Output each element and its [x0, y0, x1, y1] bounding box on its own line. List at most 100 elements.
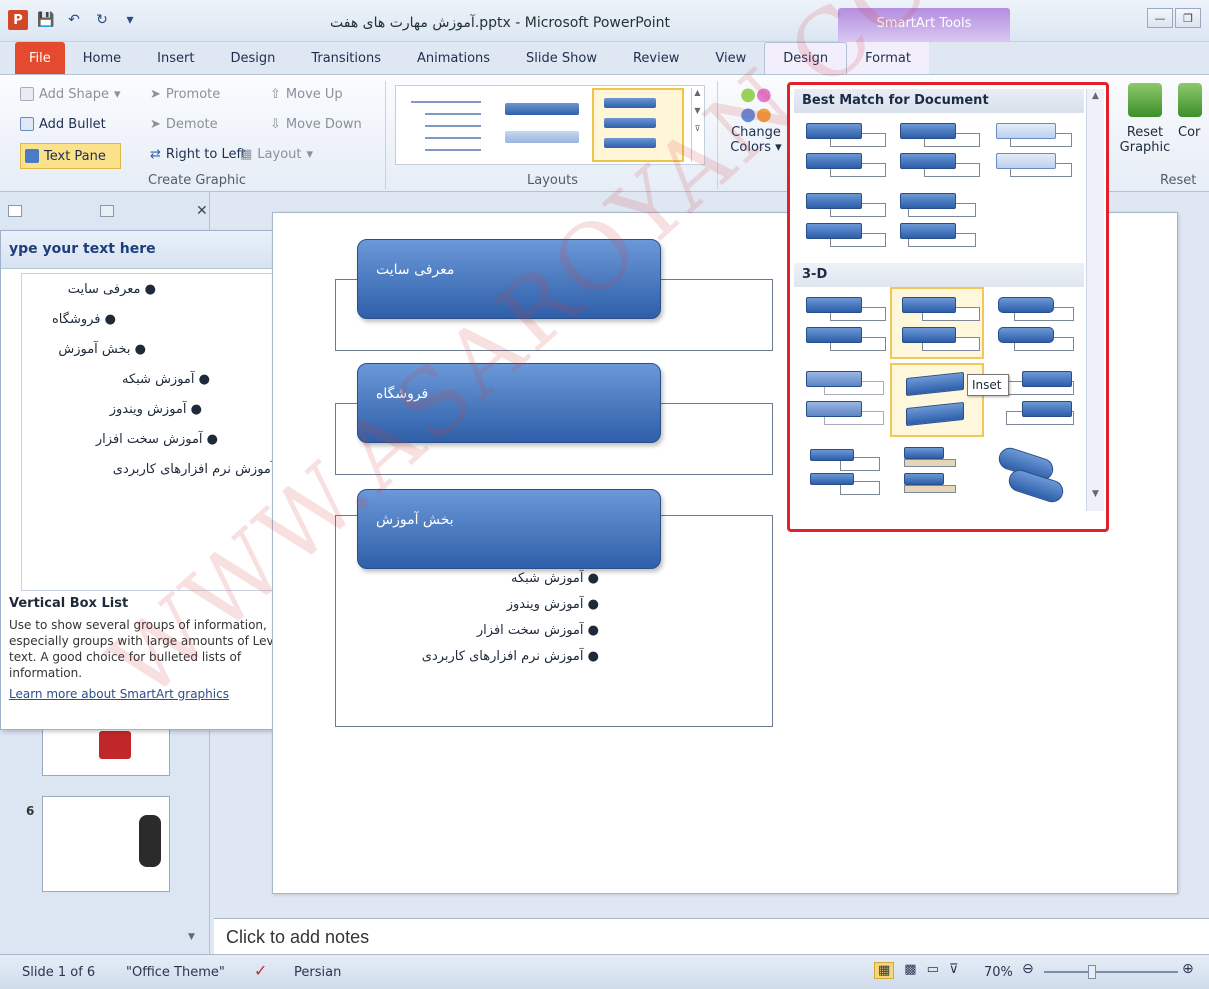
- zoom-slider-thumb[interactable]: [1088, 965, 1096, 979]
- promote-button[interactable]: ➤ Promote: [150, 83, 246, 105]
- minimize-button[interactable]: —: [1147, 8, 1173, 28]
- tab-transitions[interactable]: Transitions: [293, 42, 399, 74]
- gallery-item[interactable]: [992, 289, 1080, 359]
- change-colors-button[interactable]: ●● ●● Change Colors ▾: [728, 85, 784, 156]
- customize-icon[interactable]: ▾: [120, 10, 140, 30]
- slide-bullet-list[interactable]: ● آموزش شبکه ● آموزش ویندوز ● آموزش سخت …: [369, 571, 599, 675]
- tab-insert[interactable]: Insert: [139, 42, 212, 74]
- scroll-down-icon[interactable]: ▼: [1087, 489, 1104, 499]
- layout-thumb-1[interactable]: [404, 92, 488, 158]
- promote-icon: ➤: [150, 86, 161, 102]
- reset-graphic-button[interactable]: Reset Graphic: [1118, 83, 1172, 155]
- add-shape-button[interactable]: Add Shape ▾: [20, 83, 121, 105]
- tab-file[interactable]: File: [15, 42, 65, 74]
- tab-animations[interactable]: Animations: [399, 42, 508, 74]
- learn-more-link[interactable]: Learn more about SmartArt graphics: [9, 687, 309, 701]
- add-bullet-button[interactable]: Add Bullet: [20, 113, 121, 135]
- tab-home[interactable]: Home: [65, 42, 139, 74]
- notes-placeholder[interactable]: Click to add notes: [226, 927, 369, 948]
- gallery-item[interactable]: [990, 119, 1078, 189]
- tab-smartart-format[interactable]: Format: [847, 42, 929, 74]
- tab-design[interactable]: Design: [212, 42, 293, 74]
- normal-view-icon[interactable]: ▦: [874, 962, 895, 979]
- list-item[interactable]: ● فروشگاه: [52, 312, 116, 327]
- list-item[interactable]: ● آموزش ویندوز: [110, 402, 202, 417]
- gallery-item[interactable]: [990, 444, 1078, 517]
- gallery-item[interactable]: [800, 443, 888, 513]
- gallery-bar: [900, 123, 956, 139]
- smartart-shape-2[interactable]: فروشگاه: [357, 363, 661, 443]
- gallery-item[interactable]: [894, 119, 982, 189]
- convert-button[interactable]: Cor: [1178, 83, 1208, 140]
- zoom-slider[interactable]: [1044, 971, 1178, 973]
- text-pane-button[interactable]: Text Pane: [20, 143, 121, 169]
- layout-gallery-dropdown[interactable]: Best Match for Document 3-D ▲ ▼: [787, 82, 1109, 532]
- zoom-level[interactable]: 70%: [984, 965, 1013, 980]
- gallery-bar: [904, 473, 944, 485]
- slides-tab-icon[interactable]: [8, 205, 22, 217]
- theme-indicator[interactable]: "Office Theme": [126, 965, 225, 980]
- restore-button[interactable]: ❐: [1175, 8, 1201, 28]
- tab-view[interactable]: View: [697, 42, 764, 74]
- gallery-item[interactable]: [894, 443, 982, 513]
- gallery-scrollbar[interactable]: ▲ ▼: [1086, 89, 1104, 511]
- text-pane-list[interactable]: ● معرفی سایت ● فروشگاه ● بخش آموزش ● آمو…: [21, 273, 311, 591]
- language-indicator[interactable]: Persian: [294, 965, 341, 980]
- scroll-up-icon[interactable]: ▲: [1087, 91, 1104, 101]
- list-item[interactable]: ● آموزش ویندوز: [369, 597, 599, 623]
- move-up-button[interactable]: ⇧ Move Up: [270, 83, 362, 105]
- layout-thumb-vertical-box-list[interactable]: [592, 88, 684, 162]
- text-pane-title: ype your text here: [9, 241, 156, 257]
- gallery-item[interactable]: [800, 289, 888, 359]
- zoom-in-icon[interactable]: ⊕: [1182, 961, 1194, 977]
- slide-thumbnail-6[interactable]: [42, 796, 170, 892]
- redo-icon[interactable]: ↻: [92, 10, 112, 30]
- list-item[interactable]: ● معرفی سایت: [68, 282, 156, 297]
- gallery-item-hover[interactable]: [890, 287, 984, 359]
- list-item[interactable]: ● آموزش نرم افزارهای کاربردی: [113, 462, 290, 477]
- list-item[interactable]: ● بخش آموزش: [58, 342, 146, 357]
- slide-show-icon[interactable]: ⊽: [949, 962, 959, 979]
- list-item[interactable]: ● آموزش سخت افزار: [369, 623, 599, 649]
- demote-button[interactable]: ➤ Demote: [150, 113, 246, 135]
- layout-button[interactable]: ▦ Layout ▾: [240, 143, 362, 165]
- save-icon[interactable]: 💾: [36, 10, 56, 30]
- smartart-shape-3[interactable]: بخش آموزش: [357, 489, 661, 569]
- notes-pane[interactable]: Click to add notes: [214, 918, 1209, 954]
- thumbnail-tabs: ✕: [8, 198, 208, 224]
- move-down-button[interactable]: ⇩ Move Down: [270, 113, 362, 135]
- gallery-item[interactable]: [800, 189, 888, 259]
- view-buttons: ▦ ▩ ▭ ⊽: [874, 962, 958, 979]
- spelling-icon[interactable]: ✓: [254, 961, 267, 980]
- list-item[interactable]: ● آموزش نرم افزارهای کاربردی: [369, 649, 599, 675]
- move-up-icon: ⇧: [270, 86, 281, 102]
- tab-slide-show[interactable]: Slide Show: [508, 42, 615, 74]
- gallery-bar: [806, 153, 862, 169]
- gallery-bar: [902, 297, 956, 313]
- thumbs-scroll-down-icon[interactable]: ▼: [188, 932, 195, 942]
- list-item[interactable]: ● آموزش شبکه: [122, 372, 210, 387]
- close-pane-icon[interactable]: ✕: [196, 203, 208, 219]
- reset-graphic-label-1: Reset: [1126, 125, 1164, 140]
- layouts-scroll[interactable]: ▲ ▼ ⊽: [691, 88, 703, 162]
- list-item[interactable]: ● آموزش شبکه: [369, 571, 599, 597]
- gallery-item[interactable]: [800, 365, 888, 435]
- gallery-bar: [998, 327, 1054, 343]
- undo-icon[interactable]: ↶: [64, 10, 84, 30]
- gallery-item[interactable]: [800, 119, 888, 189]
- layout-thumb-2[interactable]: [496, 92, 584, 158]
- list-item[interactable]: ● آموزش سخت افزار: [96, 432, 218, 447]
- tab-review[interactable]: Review: [615, 42, 697, 74]
- powerpoint-icon[interactable]: P: [8, 10, 28, 30]
- convert-label: Cor: [1178, 125, 1201, 140]
- layouts-gallery[interactable]: ▲ ▼ ⊽: [395, 85, 705, 165]
- zoom-out-icon[interactable]: ⊖: [1022, 961, 1034, 977]
- smartart-shape-1[interactable]: معرفی سایت: [357, 239, 661, 319]
- outline-tab-icon[interactable]: [100, 205, 114, 217]
- reading-view-icon[interactable]: ▭: [927, 962, 939, 979]
- gallery-item[interactable]: [894, 189, 982, 259]
- slide-sorter-icon[interactable]: ▩: [904, 962, 916, 979]
- right-to-left-button[interactable]: ⇄ Right to Left: [150, 143, 246, 165]
- traffic-light-icon: [139, 815, 161, 867]
- tab-smartart-design[interactable]: Design: [764, 42, 848, 74]
